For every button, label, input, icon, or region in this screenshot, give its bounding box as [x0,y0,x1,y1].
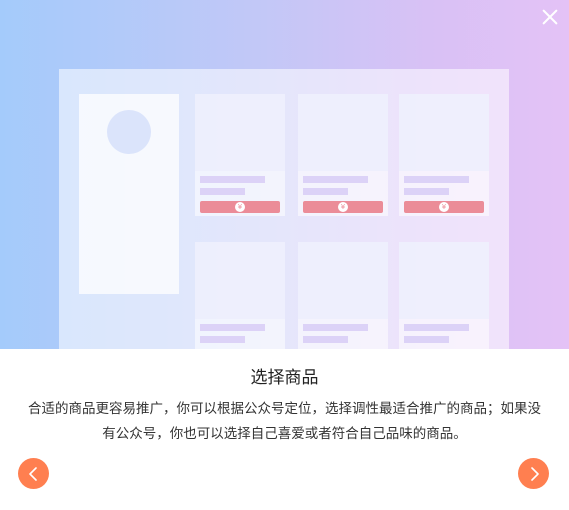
previous-button[interactable] [18,458,49,489]
mock-product-image [195,242,285,319]
mock-product-card [195,242,285,349]
mock-product-card [298,242,388,349]
mock-price-bar: ¥ [200,201,280,213]
mock-text-line [200,188,245,195]
mock-text-line [404,324,469,331]
mock-text-line [303,188,348,195]
mock-product-card: ¥ [195,94,285,216]
illustration-area: ¥ ¥ ¥ [0,0,569,349]
mock-product-image [195,94,285,171]
yuan-icon: ¥ [235,202,245,212]
mock-text-line [303,176,368,183]
mock-product-image [298,242,388,319]
yuan-icon: ¥ [338,202,348,212]
mock-sidebar [79,94,179,294]
mock-price-bar: ¥ [404,201,484,213]
mock-text-line [303,336,348,343]
mock-text-line [200,176,265,183]
mock-product-card [399,242,489,349]
mock-text-line [200,336,245,343]
chevron-left-icon [28,466,37,481]
mock-text-line [404,336,449,343]
mock-text-line [200,324,265,331]
dialog-description: 合适的商品更容易推广，你可以根据公众号定位，选择调性最适合推广的商品；如果没有公… [28,401,541,442]
dialog-content: 选择商品 合适的商品更容易推广，你可以根据公众号定位，选择调性最适合推广的商品；… [0,349,569,510]
yuan-icon: ¥ [439,202,449,212]
mock-text-line [404,188,449,195]
chevron-right-icon [530,466,539,481]
mock-product-image [399,242,489,319]
mock-shop-panel: ¥ ¥ ¥ [59,69,509,349]
mock-text-line [404,176,469,183]
close-icon[interactable] [540,7,560,27]
mock-product-image [399,94,489,171]
mock-product-card: ¥ [298,94,388,216]
mock-product-image [298,94,388,171]
mock-text-line [303,324,368,331]
next-button[interactable] [518,458,549,489]
dialog-title: 选择商品 [250,368,319,388]
mock-avatar [107,110,151,154]
mock-price-bar: ¥ [303,201,383,213]
mock-product-card: ¥ [399,94,489,216]
